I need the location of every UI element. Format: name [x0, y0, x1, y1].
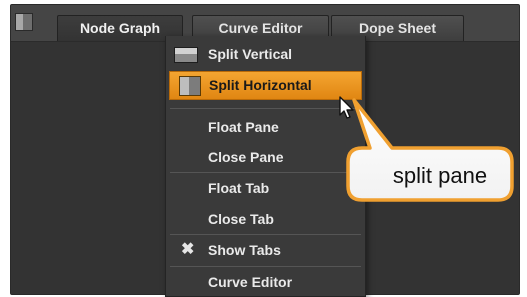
- screenshot-frame: Node Graph Curve Editor Dope Sheet Split…: [0, 0, 527, 297]
- menu-item-label: Close Pane: [208, 149, 284, 165]
- menu-item-show-tabs[interactable]: ✖ Show Tabs: [166, 235, 365, 265]
- menu-item-label: Show Tabs: [208, 242, 281, 258]
- menu-item-close-tab[interactable]: Close Tab: [166, 204, 365, 234]
- menu-item-label: Split Vertical: [208, 46, 293, 62]
- menu-item-curve-editor[interactable]: Curve Editor: [166, 267, 365, 297]
- callout-bubble: split pane: [326, 96, 516, 206]
- checkmark-x-icon: ✖: [181, 241, 195, 258]
- menu-item-label: Split Horizontal: [209, 77, 312, 93]
- menu-item-label: Float Tab: [208, 180, 270, 196]
- callout-text: split pane: [392, 163, 488, 188]
- menu-item-label: Curve Editor: [208, 274, 293, 290]
- split-horizontal-icon: [179, 76, 201, 96]
- split-vertical-icon: [174, 47, 198, 63]
- menu-item-label: Float Pane: [208, 119, 279, 135]
- menu-item-label: Close Tab: [208, 211, 274, 227]
- menu-item-split-vertical[interactable]: Split Vertical: [166, 39, 365, 69]
- pane-menu-icon[interactable]: [15, 13, 33, 31]
